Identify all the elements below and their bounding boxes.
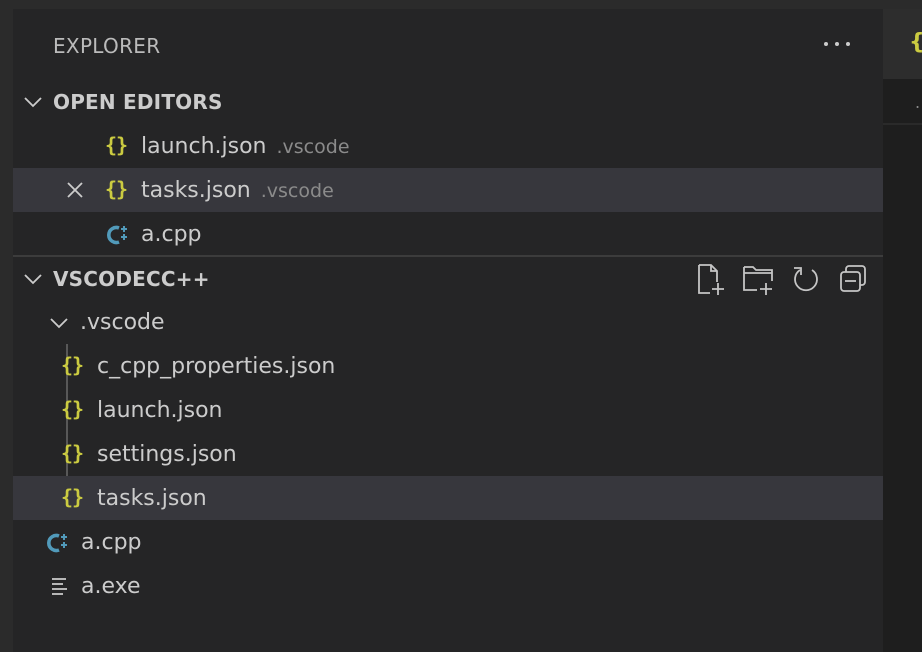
explorer-title: EXPLORER: [53, 34, 161, 58]
file-c-cpp-properties-json[interactable]: {} c_cpp_properties.json: [13, 344, 883, 388]
vscode-window: EXPLORER OPEN EDITORS {} launch.json .vsc…: [0, 0, 922, 652]
editor-area: { .: [883, 9, 922, 652]
chevron-down-icon: [24, 97, 42, 108]
json-icon: {}: [61, 441, 84, 465]
open-editor-label: tasks.json .vscode: [141, 178, 334, 203]
file-tasks-json[interactable]: {} tasks.json: [13, 476, 883, 520]
json-icon: {}: [61, 485, 84, 509]
collapse-all-icon[interactable]: [835, 261, 871, 297]
breadcrumb: .: [883, 79, 922, 125]
explorer-sidebar: EXPLORER OPEN EDITORS {} launch.json .vsc…: [13, 9, 883, 652]
file-a-exe[interactable]: a.exe: [13, 564, 883, 608]
open-editors-title: OPEN EDITORS: [53, 90, 223, 114]
open-editor-label: launch.json .vscode: [141, 134, 350, 159]
file-label: a.cpp: [81, 530, 142, 555]
file-launch-json[interactable]: {} launch.json: [13, 388, 883, 432]
file-a-cpp[interactable]: a.cpp: [13, 520, 883, 564]
json-icon: {}: [61, 397, 84, 421]
open-editor-label: a.cpp: [141, 222, 202, 247]
file-label: launch.json: [97, 398, 223, 423]
refresh-icon[interactable]: [788, 261, 824, 297]
new-file-icon[interactable]: [693, 261, 729, 297]
open-editor-item-a-cpp[interactable]: a.cpp: [13, 212, 883, 256]
workspace-title: VSCODECC++: [53, 267, 210, 291]
open-editor-item-tasks-json[interactable]: {} tasks.json .vscode: [13, 168, 883, 212]
breadcrumb-item[interactable]: .: [915, 93, 920, 112]
json-icon: {}: [61, 353, 84, 377]
exe-icon: [52, 578, 67, 595]
json-icon: {}: [105, 133, 128, 157]
file-label: a.exe: [81, 574, 141, 599]
editor-tab[interactable]: {: [883, 9, 922, 79]
activity-bar-edge: [0, 0, 13, 652]
cpp-icon: [47, 533, 67, 553]
file-label: c_cpp_properties.json: [97, 354, 336, 379]
chevron-down-icon: [50, 318, 68, 329]
explorer-header: EXPLORER: [13, 9, 883, 81]
open-editors-section-header[interactable]: OPEN EDITORS: [13, 80, 883, 124]
open-editor-desc: .vscode: [276, 136, 350, 158]
json-icon: {: [909, 30, 922, 55]
workspace-section-header[interactable]: VSCODECC++: [13, 257, 883, 301]
open-editor-item-launch-json[interactable]: {} launch.json .vscode: [13, 124, 883, 168]
open-editor-desc: .vscode: [260, 180, 334, 202]
window-top-border: [0, 0, 922, 9]
ellipsis-icon[interactable]: [821, 27, 853, 59]
json-icon: {}: [105, 177, 128, 201]
folder-label: .vscode: [80, 310, 165, 335]
file-settings-json[interactable]: {} settings.json: [13, 432, 883, 476]
file-label: tasks.json: [97, 486, 207, 511]
close-icon[interactable]: [65, 180, 85, 200]
new-folder-icon[interactable]: [740, 261, 776, 297]
cpp-icon: [107, 225, 127, 245]
file-label: settings.json: [97, 442, 237, 467]
folder-vscode[interactable]: .vscode: [13, 300, 883, 344]
chevron-down-icon: [24, 274, 42, 285]
